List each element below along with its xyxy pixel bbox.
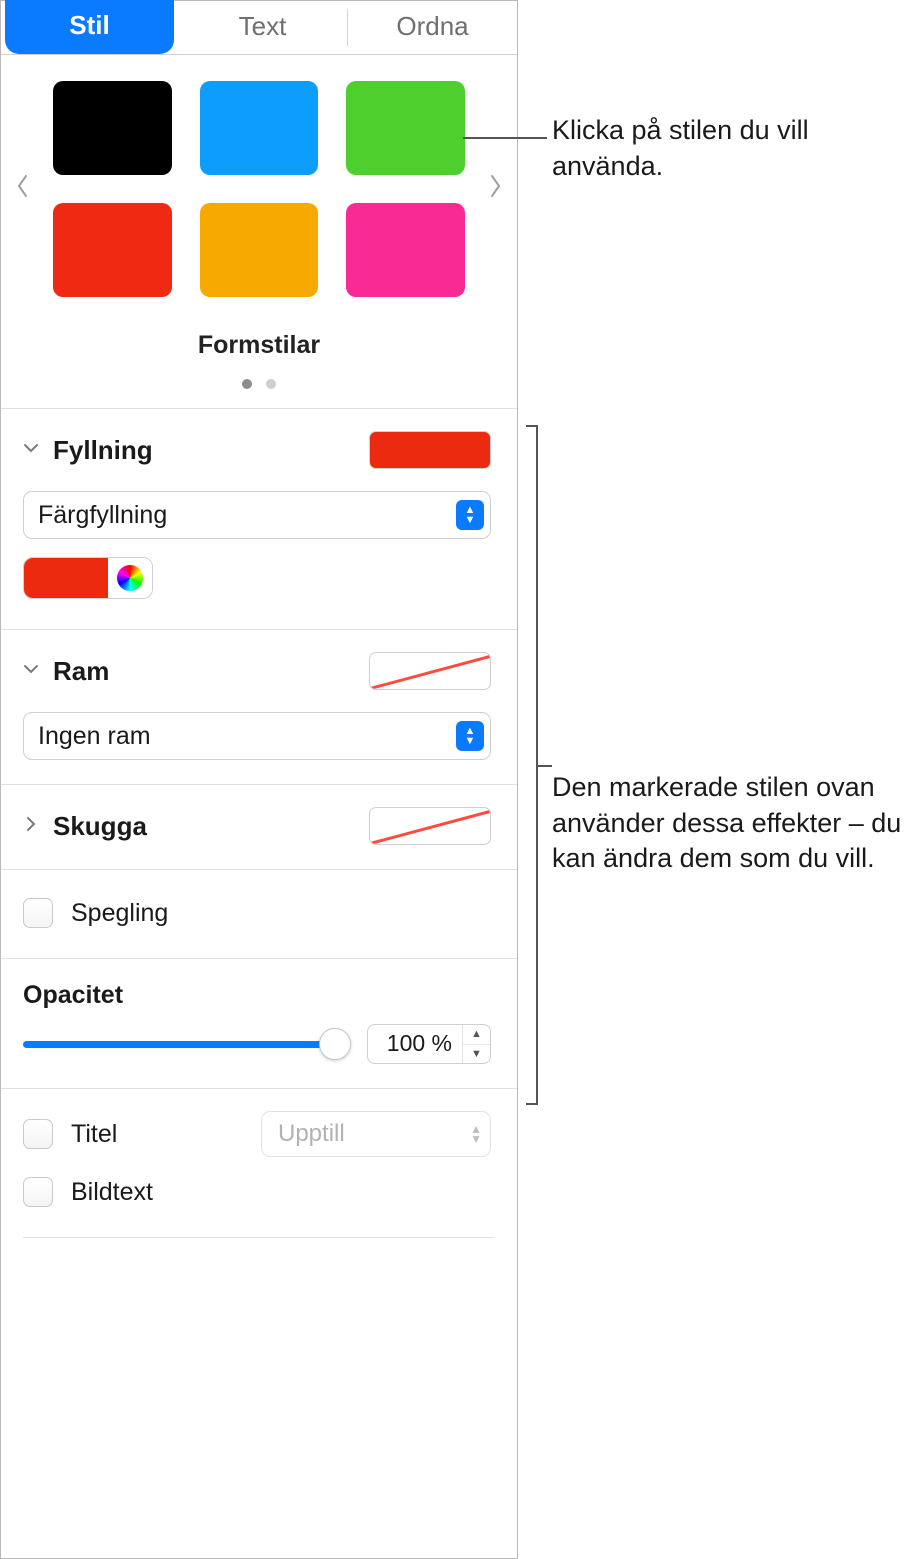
color-wheel-icon — [117, 565, 143, 591]
page-dot-1[interactable] — [242, 379, 252, 389]
shadow-section: Skugga — [1, 784, 517, 869]
title-position-select[interactable]: Upptill ▲▼ — [261, 1111, 491, 1157]
tab-arrange[interactable]: Ordna — [348, 1, 517, 54]
fill-title: Fyllning — [53, 435, 153, 466]
fill-disclosure[interactable]: Fyllning — [23, 435, 153, 466]
styles-previous-page[interactable] — [11, 174, 35, 205]
styles-next-page[interactable] — [483, 174, 507, 205]
select-stepper-icon: ▲▼ — [456, 500, 484, 530]
style-swatch-green[interactable] — [346, 81, 465, 175]
opacity-step-down[interactable]: ▼ — [463, 1045, 490, 1064]
style-swatch-orange[interactable] — [200, 203, 319, 297]
fill-type-value: Färgfyllning — [38, 501, 167, 530]
reflection-label: Spegling — [71, 899, 168, 928]
border-disclosure[interactable]: Ram — [23, 656, 109, 687]
inspector-tabs: Stil Text Ordna — [1, 1, 517, 55]
tab-style-label: Stil — [69, 10, 109, 40]
tab-text-label: Text — [239, 11, 287, 41]
opacity-label: Opacitet — [23, 981, 491, 1010]
border-section: Ram Ingen ram ▲▼ — [1, 629, 517, 784]
style-swatch-pink[interactable] — [346, 203, 465, 297]
callout-pick-style: Klicka på stilen du vill använda. — [552, 113, 912, 184]
color-picker-button[interactable] — [108, 558, 152, 598]
opacity-slider[interactable] — [23, 1029, 349, 1059]
chevron-down-icon — [23, 661, 41, 682]
opacity-section: Opacitet 100 % ▲ ▼ — [1, 958, 517, 1088]
fill-color-preview[interactable] — [369, 431, 491, 469]
chevron-down-icon — [23, 440, 41, 461]
slider-thumb[interactable] — [319, 1028, 351, 1060]
format-inspector-panel: Stil Text Ordna — [0, 0, 518, 1559]
tab-style[interactable]: Stil — [5, 0, 174, 54]
slider-track — [23, 1041, 349, 1048]
style-swatch-red[interactable] — [53, 203, 172, 297]
title-position-value: Upptill — [278, 1120, 345, 1148]
border-type-value: Ingen ram — [38, 722, 151, 751]
border-type-select[interactable]: Ingen ram ▲▼ — [23, 712, 491, 760]
callout-line-1 — [463, 137, 547, 139]
chevron-right-icon — [23, 816, 41, 837]
style-swatch-blue[interactable] — [200, 81, 319, 175]
border-preview-none[interactable] — [369, 652, 491, 690]
tab-text[interactable]: Text — [178, 1, 347, 54]
page-dot-2[interactable] — [266, 379, 276, 389]
fill-section: Fyllning Färgfyllning ▲▼ — [1, 408, 517, 629]
shadow-disclosure[interactable]: Skugga — [23, 811, 147, 842]
shape-styles-area: Formstilar — [1, 55, 517, 408]
tab-arrange-label: Ordna — [396, 11, 468, 41]
fill-color-well-group — [23, 557, 153, 599]
styles-page-indicator — [11, 368, 507, 396]
shadow-title: Skugga — [53, 811, 147, 842]
title-caption-section: Titel Upptill ▲▼ Bildtext — [1, 1088, 517, 1237]
shape-styles-label: Formstilar — [11, 331, 507, 360]
border-title: Ram — [53, 656, 109, 687]
reflection-section: Spegling — [1, 869, 517, 958]
opacity-value-text: 100 % — [368, 1025, 462, 1063]
select-stepper-icon: ▲▼ — [456, 721, 484, 751]
select-stepper-icon: ▲▼ — [470, 1124, 482, 1144]
opacity-value-field[interactable]: 100 % ▲ ▼ — [367, 1024, 491, 1064]
shadow-preview-none[interactable] — [369, 807, 491, 845]
style-swatch-black[interactable] — [53, 81, 172, 175]
reflection-checkbox[interactable] — [23, 898, 53, 928]
opacity-stepper: ▲ ▼ — [462, 1025, 490, 1063]
style-swatch-grid — [35, 73, 483, 305]
opacity-step-up[interactable]: ▲ — [463, 1025, 490, 1045]
caption-checkbox[interactable] — [23, 1177, 53, 1207]
caption-label: Bildtext — [71, 1178, 153, 1207]
title-checkbox[interactable] — [23, 1119, 53, 1149]
fill-type-select[interactable]: Färgfyllning ▲▼ — [23, 491, 491, 539]
fill-color-well[interactable] — [24, 558, 108, 598]
callout-effects: Den markerade stilen ovan använder dessa… — [552, 770, 912, 877]
callout-bracket — [526, 425, 538, 1105]
title-label: Titel — [71, 1120, 117, 1149]
